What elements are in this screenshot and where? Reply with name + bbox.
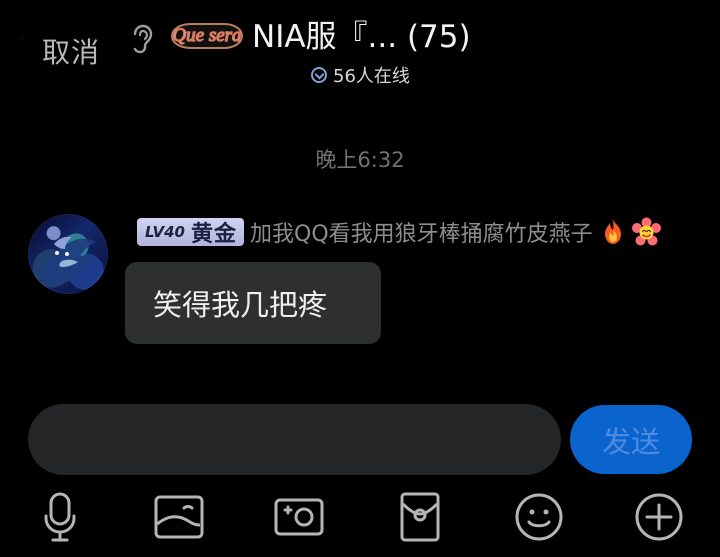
level-badge: LV40 黄金 [137,218,244,247]
send-button[interactable]: 发送 [570,405,692,474]
cancel-button[interactable]: 取消 [42,31,100,71]
fire-icon [601,218,625,246]
message-bubble[interactable]: 笑得我几把疼 [125,262,381,344]
sender-name[interactable]: 加我QQ看我用狼牙棒捅腐竹皮燕子 [250,216,593,248]
message-input[interactable] [28,404,561,475]
camera-icon[interactable] [270,488,328,546]
level-label: LV40 [145,223,185,241]
title-label: 黄金 [190,222,237,247]
flower-face-icon [631,217,662,248]
online-count: 56人在线 [333,66,410,87]
group-title: NIA服『... (75) [252,19,471,55]
input-toolbar [0,488,720,546]
red-packet-icon[interactable] [391,488,449,546]
image-icon[interactable] [150,488,208,546]
avatar[interactable] [28,214,108,294]
chat-screen: 取消 Que sera NIA服『... (75) 56人在线 晚上6:32 L… [0,0,720,557]
plus-icon[interactable] [630,488,688,546]
brand-logo: Que sera [166,19,248,53]
online-status[interactable]: 56人在线 [311,62,410,88]
emoji-icon[interactable] [510,488,568,546]
microphone-icon[interactable] [31,488,89,546]
message-sender-row: LV40 黄金 加我QQ看我用狼牙棒捅腐竹皮燕子 [137,216,662,248]
message-timestamp: 晚上6:32 [315,148,405,172]
ear-icon[interactable] [126,23,154,55]
svg-text:Que sera: Que sera [172,25,241,46]
chevron-down-circle-icon [311,67,327,83]
